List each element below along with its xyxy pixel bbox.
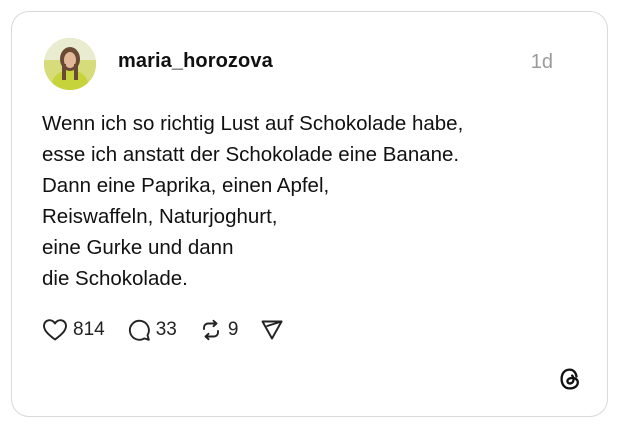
- post-card: maria_horozova 1d Wenn ich so richtig Lu…: [11, 11, 608, 417]
- post-text-line: Wenn ich so richtig Lust auf Schokolade …: [42, 112, 464, 135]
- post-text-line: Reiswaffeln, Naturjoghurt,: [42, 205, 278, 228]
- post-text-line: Dann eine Paprika, einen Apfel,: [42, 174, 330, 197]
- timestamp: 1d: [530, 51, 553, 73]
- send-icon: [261, 320, 283, 340]
- reply-count: 33: [155, 319, 177, 340]
- reply-button[interactable]: 33: [127, 318, 177, 342]
- repost-count: 9: [227, 319, 239, 340]
- repost-button[interactable]: 9: [199, 318, 239, 342]
- post-text: Wenn ich so richtig Lust auf Schokolade …: [42, 108, 582, 294]
- comment-bubble-icon: [128, 319, 150, 341]
- avatar-image: [44, 38, 96, 90]
- heart-icon: [43, 319, 67, 341]
- threads-logo-icon: [557, 366, 583, 392]
- post-text-line: esse ich anstatt der Schokolade eine Ban…: [42, 143, 460, 166]
- like-button[interactable]: 814: [42, 318, 105, 342]
- post-text-line: eine Gurke und dann: [42, 236, 234, 259]
- avatar[interactable]: [44, 38, 96, 90]
- share-button[interactable]: [260, 318, 284, 342]
- username[interactable]: maria_horozova: [118, 50, 273, 73]
- repost-icon: [202, 319, 219, 341]
- action-bar: 814 33 9: [42, 316, 306, 344]
- like-count: 814: [73, 319, 105, 340]
- post-text-line: die Schokolade.: [42, 267, 188, 290]
